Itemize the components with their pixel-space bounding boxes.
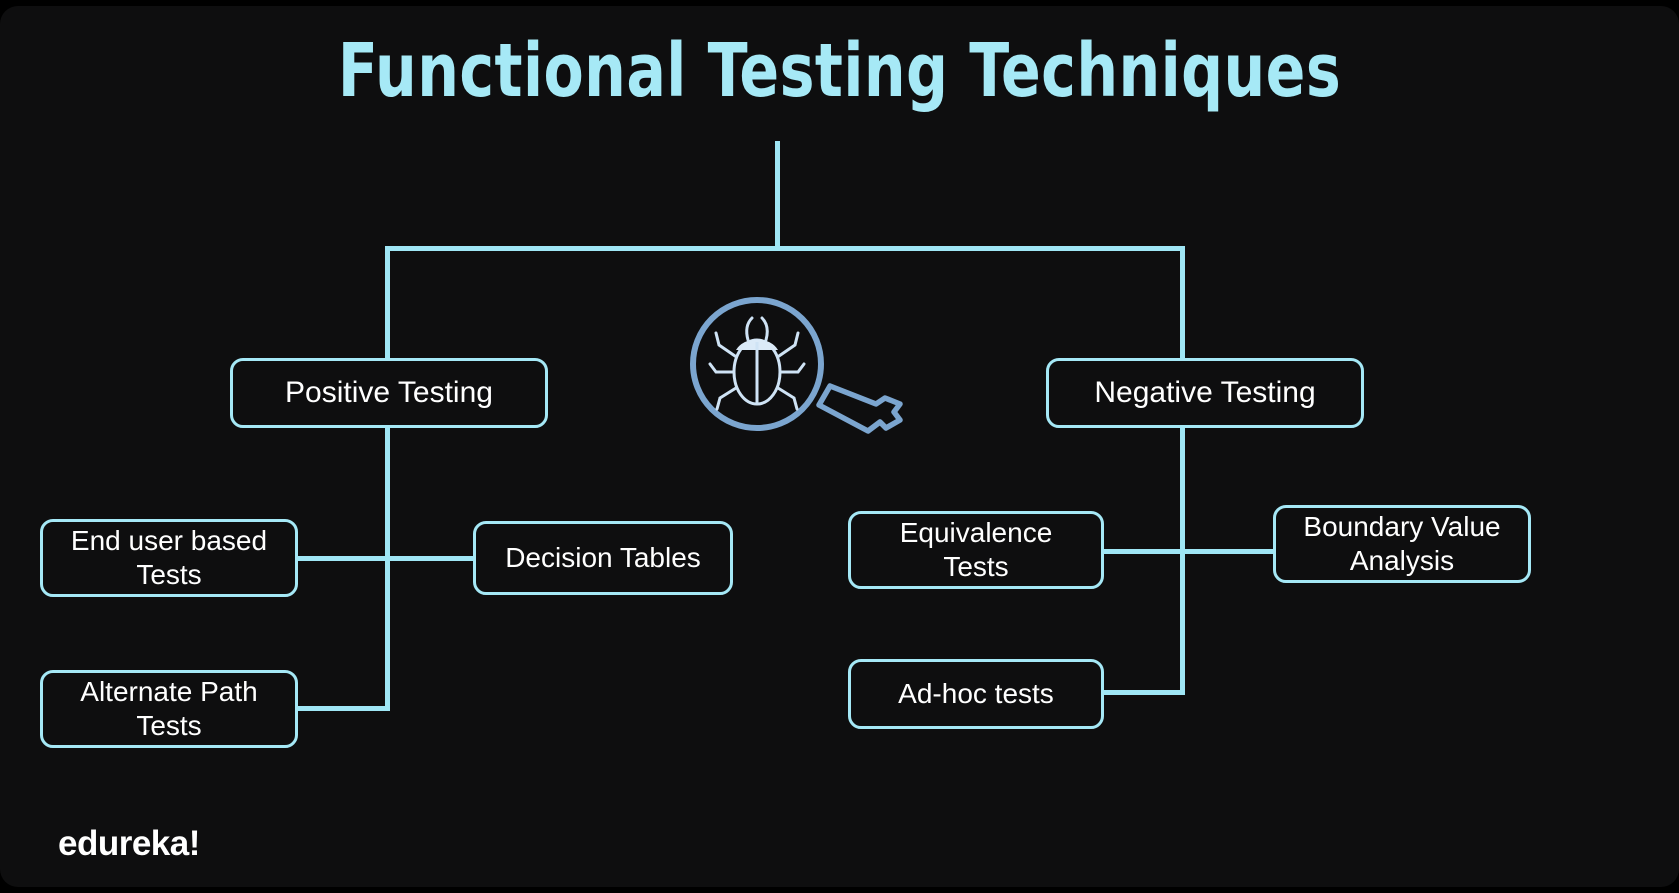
edureka-logo: edureka! bbox=[58, 824, 200, 863]
node-negative-testing[interactable]: Negative Testing bbox=[1046, 358, 1364, 428]
diagram-stage: Functional Testing Techniques Positive T… bbox=[0, 6, 1679, 887]
connector-root-stem bbox=[775, 141, 780, 251]
connector-left-spine bbox=[385, 424, 390, 711]
connector-left-drop bbox=[385, 246, 390, 361]
node-label: End user based Tests bbox=[71, 524, 267, 592]
node-label-line2: Tests bbox=[943, 551, 1009, 582]
node-label-line2: Tests bbox=[136, 710, 202, 741]
node-label: Decision Tables bbox=[505, 541, 701, 573]
connector-right-row2 bbox=[1100, 690, 1185, 695]
node-label-line1: Equivalence bbox=[899, 516, 1053, 548]
node-end-user-based-tests[interactable]: End user based Tests bbox=[40, 519, 298, 597]
connector-left-row2 bbox=[295, 706, 390, 711]
node-label-line2: Tests bbox=[136, 559, 202, 590]
connector-right-spine bbox=[1180, 424, 1185, 694]
connector-main-bar bbox=[385, 246, 1185, 251]
node-decision-tables[interactable]: Decision Tables bbox=[473, 521, 733, 595]
node-positive-testing[interactable]: Positive Testing bbox=[230, 358, 548, 428]
node-label: Boundary Value Analysis bbox=[1303, 510, 1500, 578]
connector-left-row1 bbox=[295, 556, 480, 561]
page-title: Functional Testing Techniques bbox=[337, 28, 1342, 114]
node-adhoc-tests[interactable]: Ad-hoc tests bbox=[848, 659, 1104, 729]
node-label: Equivalence Tests bbox=[900, 516, 1053, 584]
node-label-line2: Analysis bbox=[1349, 545, 1455, 576]
node-label-line1: End user based bbox=[70, 524, 268, 556]
node-label-line1: Boundary Value bbox=[1303, 510, 1501, 542]
node-alternate-path-tests[interactable]: Alternate Path Tests bbox=[40, 670, 298, 748]
node-label: Negative Testing bbox=[1094, 375, 1316, 409]
node-label: Ad-hoc tests bbox=[898, 677, 1054, 709]
bug-magnifier-icon bbox=[672, 286, 922, 451]
node-boundary-value-analysis[interactable]: Boundary Value Analysis bbox=[1273, 505, 1531, 583]
node-label-line1: Alternate Path bbox=[80, 675, 258, 707]
diagram-canvas: Functional Testing Techniques Positive T… bbox=[0, 0, 1679, 893]
node-label: Alternate Path Tests bbox=[80, 675, 257, 743]
node-equivalence-tests[interactable]: Equivalence Tests bbox=[848, 511, 1104, 589]
node-label: Positive Testing bbox=[285, 375, 493, 409]
connector-right-drop bbox=[1180, 246, 1185, 361]
